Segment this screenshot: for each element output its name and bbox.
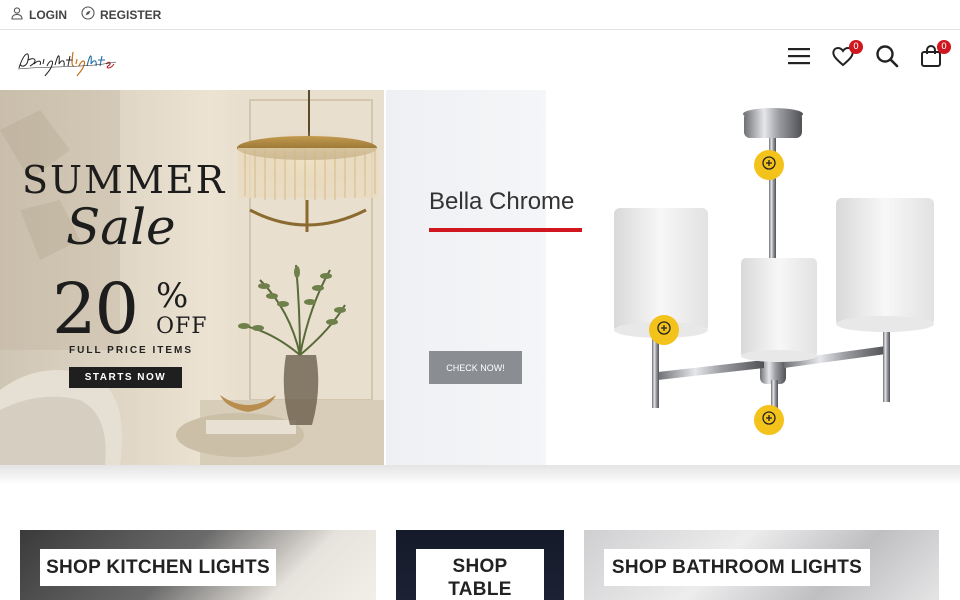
product-hotspot-left[interactable] [649,315,679,345]
site-logo[interactable] [16,42,118,78]
category-label-table-line1: SHOP [452,556,508,577]
category-label-table: SHOP TABLE [416,549,544,600]
site-header: 0 0 [0,30,960,90]
promo-script-heading: Sale [66,198,176,256]
search-button[interactable] [874,44,900,72]
promo-subline: FULL PRICE ITEMS [69,345,194,356]
menu-button[interactable] [786,44,812,72]
register-label: REGISTER [100,7,162,22]
plus-circle-icon [761,410,777,431]
cart-button[interactable]: 0 [918,40,951,72]
category-label-bathroom: SHOP BATHROOM LIGHTS [604,549,870,586]
wishlist-count-badge: 0 [849,40,863,54]
product-hotspot-top[interactable] [754,150,784,180]
cart-count-badge: 0 [937,40,951,54]
category-tile-bathroom[interactable]: SHOP BATHROOM LIGHTS [584,530,939,600]
category-label-kitchen: SHOP KITCHEN LIGHTS [40,549,276,586]
header-actions: 0 0 [786,40,951,72]
promo-text-overlay: SUMMER Sale 20 % OFF FULL PRICE ITEMS ST… [0,90,384,465]
featured-product-title: Bella Chrome [429,188,575,215]
menu-icon [787,44,811,73]
wishlist-button[interactable]: 0 [830,40,863,72]
chandelier-image [546,90,960,465]
login-label: LOGIN [29,7,67,22]
product-hotspot-bottom[interactable] [754,405,784,435]
hero-shadow [0,465,960,485]
category-tile-table[interactable]: SHOP TABLE [396,530,564,600]
promo-percent-value: 20 [52,268,139,350]
promo-percent-sign: % [156,276,189,316]
plus-circle-icon [656,320,672,341]
login-link[interactable]: LOGIN [10,6,67,23]
title-underline [429,228,582,232]
search-icon [875,44,899,73]
promo-off-label: OFF [156,314,208,339]
register-link[interactable]: REGISTER [81,6,161,23]
top-bar: LOGIN REGISTER [0,0,960,30]
promo-heading: SUMMER [22,158,227,202]
check-now-button[interactable]: CHECK NOW! [429,351,522,384]
compass-icon [81,6,95,23]
category-label-table-line2: TABLE [448,579,512,600]
summer-sale-banner[interactable]: SUMMER Sale 20 % OFF FULL PRICE ITEMS ST… [0,90,384,465]
hero-section: SUMMER Sale 20 % OFF FULL PRICE ITEMS ST… [0,90,960,465]
plus-circle-icon [761,155,777,176]
user-icon [10,6,24,23]
category-tile-kitchen[interactable]: SHOP KITCHEN LIGHTS [20,530,376,600]
promo-starts-now-badge: STARTS NOW [69,367,182,388]
featured-product-banner: Bella Chrome CHECK NOW! [386,90,960,465]
